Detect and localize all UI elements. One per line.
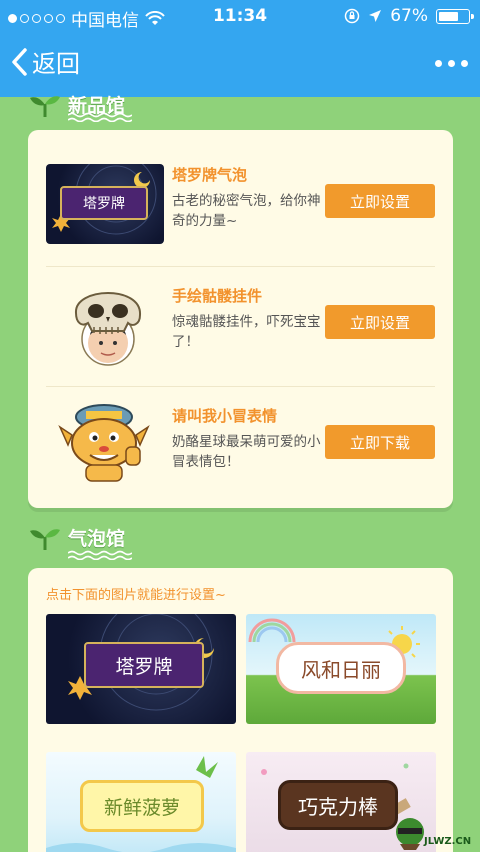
list-item: 手绘骷髅挂件 惊魂骷髅挂件，吓死宝宝了！ 立即设置: [46, 266, 435, 386]
item-desc: 古老的秘密气泡，给你神奇的力量~: [172, 193, 321, 229]
site-watermark: JLWZ.CN: [390, 808, 480, 852]
bubble-tile-pineapple[interactable]: 新鲜菠萝: [46, 752, 236, 852]
download-now-button[interactable]: 立即下载: [325, 425, 435, 459]
section-title-bubble: 气泡馆: [28, 523, 125, 551]
back-label: 返回: [32, 50, 80, 78]
hint-text: 点击下面的图片就能进行设置~: [46, 588, 226, 603]
sprout-icon: [30, 96, 60, 117]
watermark-text: JLWZ.CN: [424, 836, 472, 847]
battery-percent: 67%: [390, 6, 428, 26]
set-now-button[interactable]: 立即设置: [325, 184, 435, 218]
tile-label: 塔罗牌: [84, 642, 204, 688]
xiaomao-thumbnail: [46, 404, 164, 485]
chevron-left-icon: [12, 47, 27, 76]
sprout-icon: [30, 529, 60, 550]
wave-decoration: [68, 550, 132, 560]
item-name: 手绘骷髅挂件: [172, 287, 263, 305]
new-items-card: 塔罗牌 塔罗牌气泡 古老的秘密气泡，给你神奇的力量~ 立即设置 手绘骷髅挂件 惊…: [28, 130, 453, 508]
item-name: 请叫我小冒表情: [172, 407, 278, 425]
list-item: 塔罗牌 塔罗牌气泡 古老的秘密气泡，给你神奇的力量~ 立即设置: [46, 146, 435, 266]
section-title-text: 气泡馆: [68, 527, 126, 550]
list-item: 请叫我小冒表情 奶酪星球最呆萌可爱的小冒表情包！ 立即下载: [46, 386, 435, 506]
rotation-lock-icon: [344, 8, 360, 24]
skull-thumbnail: [46, 285, 164, 366]
item-desc: 奶酪星球最呆萌可爱的小冒表情包！: [172, 434, 321, 470]
tile-label: 新鲜菠萝: [80, 780, 204, 832]
tile-label: 巧克力棒: [278, 780, 398, 830]
back-button[interactable]: 返回: [10, 44, 80, 79]
top-bar: 中国电信 11:34 67% 返回: [0, 0, 480, 97]
tarot-thumbnail: 塔罗牌: [46, 164, 164, 244]
battery-icon: [436, 8, 474, 24]
location-icon: [369, 10, 382, 22]
set-now-button[interactable]: 立即设置: [325, 305, 435, 339]
wave-decoration: [68, 112, 132, 122]
item-name: 塔罗牌气泡: [172, 166, 248, 184]
bubble-tile-sunny[interactable]: 风和日丽: [246, 614, 436, 724]
thumb-label: 塔罗牌: [60, 186, 148, 220]
item-desc: 惊魂骷髅挂件，吓死宝宝了！: [172, 314, 321, 350]
bubble-tile-tarot[interactable]: 塔罗牌: [46, 614, 236, 724]
more-menu-button[interactable]: [435, 60, 468, 67]
status-bar: 中国电信 11:34 67%: [0, 0, 480, 32]
navigation-bar: 返回: [0, 32, 480, 97]
tile-label: 风和日丽: [276, 642, 406, 694]
